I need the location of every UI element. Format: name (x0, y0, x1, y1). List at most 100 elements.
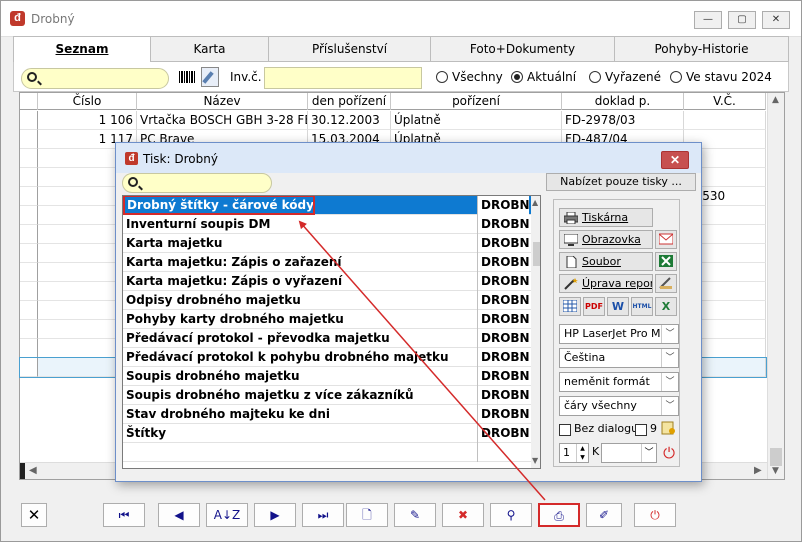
invc-input[interactable] (264, 67, 422, 89)
sort-button[interactable]: A↓Z (206, 503, 248, 527)
report-list-item[interactable]: Pohyby karty drobného majetku DROBNY (123, 310, 540, 329)
tab-pohyby-historie[interactable]: Pohyby-Historie (615, 36, 789, 62)
first-record-button[interactable]: ⏮ (103, 503, 145, 527)
power-button[interactable]: ⏻ (634, 503, 676, 527)
report-list[interactable]: Drobný štítky - čárové kódyDROBNYInventu… (122, 195, 541, 469)
delete-record-button[interactable]: ✖ (442, 503, 484, 527)
report-list-item[interactable]: Karta majetku: Zápis o vyřazení DROBNY (123, 272, 540, 291)
radio-vsechny[interactable]: Všechny (436, 70, 503, 84)
bez-dialogu-checkbox[interactable] (559, 424, 571, 436)
soubor-button[interactable]: Soubor (559, 252, 653, 271)
row-indicator[interactable] (20, 282, 38, 301)
tab-karta[interactable]: Karta (151, 36, 269, 62)
report-list-item[interactable]: Soupis drobného majetku z více zákazníků… (123, 386, 540, 405)
scroll-thumb[interactable] (770, 448, 782, 466)
format-select[interactable]: neměnit formát ﹀ (559, 372, 679, 392)
eraser-icon[interactable] (201, 67, 219, 87)
report-list-item[interactable]: Štítky DROBNY (123, 424, 540, 443)
row-indicator[interactable] (20, 225, 38, 244)
scroll-thumb[interactable] (533, 242, 540, 266)
report-list-item[interactable]: Inventurní soupis DM DROBNY (123, 215, 540, 234)
row-indicator[interactable] (20, 111, 38, 130)
copies-stepper[interactable]: 1 ▲ ▼ (559, 443, 589, 463)
tab-prislusenstvi[interactable]: Příslušenství (269, 36, 431, 62)
stepper-arrows-icon[interactable]: ▲ ▼ (576, 444, 588, 462)
chevron-down-icon[interactable]: ﹀ (661, 397, 678, 415)
col-den-porizeni[interactable]: den pořízení (308, 93, 391, 110)
scroll-right-icon[interactable]: ▶ (754, 465, 762, 476)
row-indicator[interactable] (20, 320, 38, 339)
row-indicator[interactable] (20, 244, 38, 263)
tab-foto-dokumenty[interactable]: Foto+Dokumenty (431, 36, 615, 62)
last-record-button[interactable]: ⏭ (302, 503, 344, 527)
obrazovka-button[interactable]: Obrazovka (559, 230, 653, 249)
printer-select[interactable]: HP LaserJet Pro MFP ﹀ (559, 324, 679, 344)
table-row[interactable]: 1 106 Vrtačka BOSCH GBH 3-28 FE 30.12.2003… (20, 111, 766, 130)
row-indicator[interactable] (20, 187, 38, 206)
chevron-down-icon[interactable]: ﹀ (661, 325, 678, 343)
maximize-button[interactable]: ▢ (728, 11, 756, 29)
barcode-icon[interactable] (179, 71, 195, 83)
report-list-item[interactable]: Drobný štítky - čárové kódy DROBNY (123, 196, 540, 215)
pdf-button[interactable]: PDF (583, 297, 605, 316)
report-list-item[interactable]: Stav drobného majteku ke dni DROBNY (123, 405, 540, 424)
report-list-item[interactable]: Karta majetku: Zápis o zařazení DROBNY (123, 253, 540, 272)
close-window-button[interactable]: ✕ (762, 11, 790, 29)
scroll-up-icon[interactable]: ▲ (532, 198, 538, 207)
report-list-item[interactable]: Předávací protokol - převodka majetku DRO… (123, 329, 540, 348)
report-list-item[interactable]: Předávací protokol k pohybu drobného maj… (123, 348, 540, 367)
radio-vyrazene[interactable]: Vyřazené (589, 70, 661, 84)
search-input[interactable] (21, 68, 169, 89)
col-cislo[interactable]: Číslo (38, 93, 137, 110)
tools-button[interactable]: ✐ (586, 503, 622, 527)
report-list-item[interactable]: Soupis drobného majetku DROBNY (123, 367, 540, 386)
col-vc[interactable]: V.Č. (684, 93, 766, 110)
radio-ve-stavu[interactable]: Ve stavu 2024 (670, 70, 772, 84)
settings-icon[interactable] (661, 420, 677, 436)
grid-vertical-scrollbar[interactable]: ▲ ▼ (767, 93, 784, 479)
scroll-left-icon[interactable]: ◀ (29, 465, 37, 476)
col-doklad[interactable]: doklad p. (562, 93, 684, 110)
row-indicator[interactable] (20, 339, 38, 358)
chevron-down-icon[interactable]: ﹀ (661, 349, 678, 367)
row-indicator[interactable] (20, 130, 38, 149)
scroll-down-icon[interactable]: ▼ (532, 456, 538, 465)
new-record-button[interactable]: 🗋 (346, 503, 388, 527)
html-button[interactable]: HTML (631, 297, 653, 316)
lines-select[interactable]: čáry všechny ﹀ (559, 396, 679, 416)
close-form-button[interactable]: ✕ (21, 503, 47, 527)
designer-button[interactable] (655, 274, 677, 293)
row-indicator[interactable] (20, 301, 38, 320)
email-button[interactable] (655, 230, 677, 249)
tiskarna-button[interactable]: Tiskárna (559, 208, 653, 227)
excel-button[interactable] (655, 252, 677, 271)
col-porizeni[interactable]: pořízení (391, 93, 562, 110)
prev-record-button[interactable]: ◀ (158, 503, 200, 527)
report-list-item[interactable]: Odpisy drobného majetku DROBNY (123, 291, 540, 310)
row-indicator[interactable] (20, 168, 38, 187)
chevron-down-icon[interactable]: ﹀ (661, 373, 678, 391)
extra-checkbox[interactable] (635, 424, 647, 436)
scroll-up-icon[interactable]: ▲ (772, 95, 779, 105)
report-list-scrollbar[interactable]: ▲ ▼ (531, 196, 540, 468)
print-button[interactable]: ⎙ (538, 503, 580, 527)
language-select[interactable]: Čeština ﹀ (559, 348, 679, 368)
row-indicator[interactable] (20, 263, 38, 282)
radio-aktualni[interactable]: Aktuální (511, 70, 576, 84)
chevron-down-icon[interactable]: ﹀ (641, 444, 656, 462)
col-nazev[interactable]: Název (137, 93, 308, 110)
excel-format-button[interactable]: X (655, 297, 677, 316)
tab-seznam[interactable]: Seznam (13, 36, 151, 62)
report-list-item[interactable]: Karta majetku DROBNY (123, 234, 540, 253)
nabizet-pouze-tisky-button[interactable]: Nabízet pouze tisky ... (546, 173, 696, 191)
next-record-button[interactable]: ▶ (254, 503, 296, 527)
dialog-search-input[interactable] (122, 173, 272, 193)
edit-record-button[interactable]: ✎ (394, 503, 436, 527)
row-indicator[interactable] (20, 206, 38, 225)
k-select[interactable]: ﹀ (601, 443, 657, 463)
uprava-reportu-button[interactable]: Úprava repor (559, 274, 653, 293)
scroll-down-icon[interactable]: ▼ (772, 466, 779, 476)
calendar-format-button[interactable] (559, 297, 581, 316)
word-button[interactable]: W (607, 297, 629, 316)
power-icon[interactable]: ⏻ (660, 443, 678, 463)
